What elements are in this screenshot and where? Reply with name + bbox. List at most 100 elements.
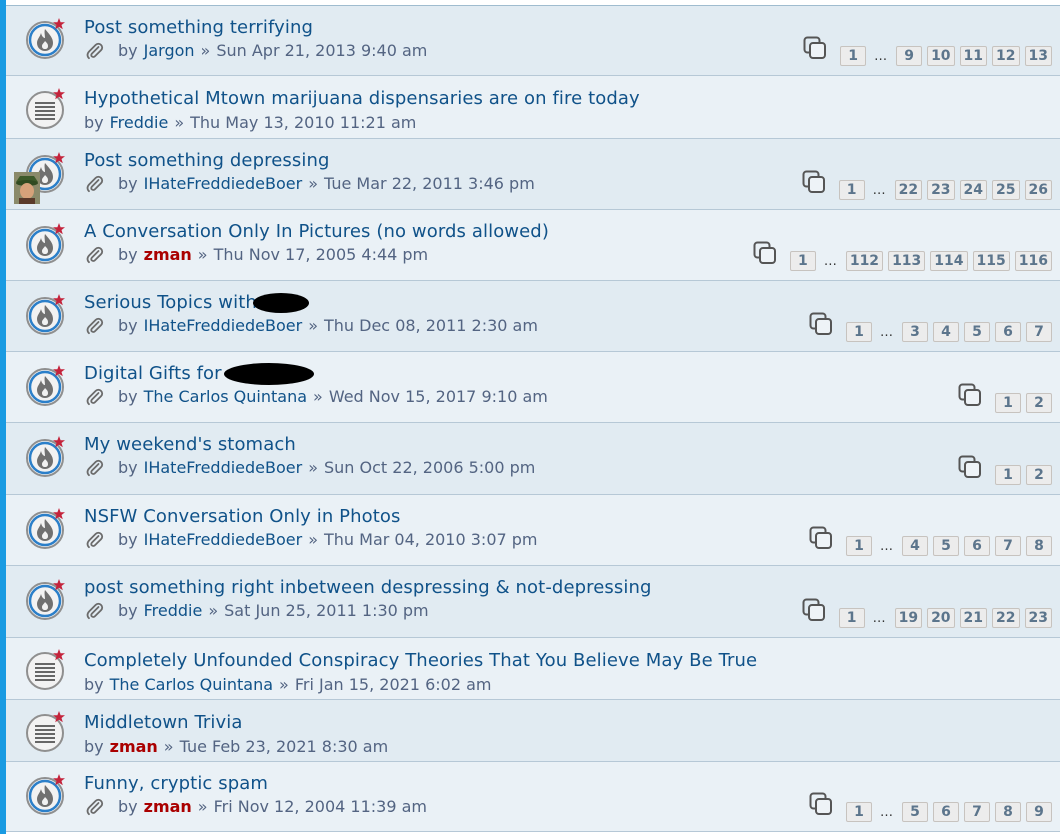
author-link[interactable]: IHateFreddiedeBoer: [144, 316, 303, 335]
page-button[interactable]: 4: [933, 322, 959, 342]
page-button[interactable]: 9: [896, 46, 923, 66]
author-link[interactable]: zman: [110, 737, 158, 756]
page-button[interactable]: 1: [846, 322, 872, 342]
hot-topic-icon[interactable]: [23, 434, 67, 478]
pages-icon[interactable]: [958, 455, 982, 479]
page-button[interactable]: 7: [1026, 322, 1052, 342]
author-link[interactable]: IHateFreddiedeBoer: [144, 530, 303, 549]
author-link[interactable]: The Carlos Quintana: [110, 675, 273, 694]
hot-topic-icon[interactable]: [23, 221, 67, 265]
topic-title[interactable]: NSFW Conversation Only in Photos: [84, 506, 401, 527]
pages-icon[interactable]: [753, 241, 777, 265]
pages-icon[interactable]: [802, 598, 826, 622]
topic-title[interactable]: Hypothetical Mtown marijuana dispensarie…: [84, 88, 640, 109]
pages-icon[interactable]: [958, 383, 982, 407]
topic-row[interactable]: Middletown Trivia by zman » Tue Feb 23, 2021…: [6, 700, 1060, 762]
topic-title-text[interactable]: post something right inbetween despressi…: [84, 577, 652, 598]
hot-topic-icon[interactable]: [23, 577, 67, 621]
page-button[interactable]: 23: [927, 180, 955, 200]
read-topic-icon[interactable]: [23, 86, 67, 130]
page-button[interactable]: 8: [995, 802, 1021, 822]
page-button[interactable]: 4: [902, 536, 928, 556]
page-button[interactable]: 19: [894, 608, 923, 628]
topic-row[interactable]: Hypothetical Mtown marijuana dispensarie…: [6, 76, 1060, 139]
topic-row[interactable]: Completely Unfounded Conspiracy Theories…: [6, 638, 1060, 700]
topic-title-text[interactable]: My weekend's stomach: [84, 434, 296, 455]
page-button[interactable]: 6: [933, 802, 959, 822]
topic-title-text[interactable]: A Conversation Only In Pictures (no word…: [84, 221, 549, 242]
pages-icon[interactable]: [802, 170, 826, 194]
topic-title[interactable]: Middletown Trivia: [84, 712, 243, 733]
hot-topic-icon[interactable]: [23, 363, 67, 407]
author-link[interactable]: Freddie: [110, 113, 169, 132]
page-button[interactable]: 2: [1026, 465, 1052, 485]
topic-title[interactable]: Serious Topics with: [84, 292, 309, 313]
page-button[interactable]: 1: [840, 46, 867, 66]
page-button[interactable]: 11: [959, 46, 988, 66]
topic-title-text[interactable]: Completely Unfounded Conspiracy Theories…: [84, 650, 757, 671]
page-button[interactable]: 114: [930, 251, 968, 271]
page-button[interactable]: 22: [992, 608, 1020, 628]
page-button[interactable]: 115: [972, 251, 1010, 271]
page-button[interactable]: 20: [927, 608, 955, 628]
pages-icon[interactable]: [809, 792, 833, 816]
author-link[interactable]: zman: [144, 245, 192, 264]
pages-icon[interactable]: [809, 526, 833, 550]
hot-topic-icon[interactable]: [23, 772, 67, 816]
page-button[interactable]: 1: [838, 180, 865, 200]
page-button[interactable]: 7: [995, 536, 1021, 556]
pages-icon[interactable]: [809, 312, 833, 336]
topic-title[interactable]: Digital Gifts for: [84, 363, 314, 385]
page-button[interactable]: 1: [846, 802, 872, 822]
topic-title[interactable]: Post something terrifying: [84, 17, 313, 38]
page-button[interactable]: 5: [964, 322, 990, 342]
page-button[interactable]: 26: [1024, 180, 1052, 200]
page-button[interactable]: 3: [902, 322, 928, 342]
hot-topic-icon[interactable]: [23, 16, 67, 60]
read-topic-icon[interactable]: [23, 647, 67, 691]
author-link[interactable]: Jargon: [144, 41, 195, 60]
page-button[interactable]: 5: [902, 802, 928, 822]
topic-title-text[interactable]: NSFW Conversation Only in Photos: [84, 506, 401, 527]
topic-title-text[interactable]: Digital Gifts for: [84, 363, 222, 384]
page-button[interactable]: 13: [1024, 46, 1052, 66]
page-button[interactable]: 113: [888, 251, 926, 271]
topic-row[interactable]: My weekend's stomach by IHateFreddiedeBoer…: [6, 423, 1060, 495]
topic-row[interactable]: post something right inbetween despressi…: [6, 566, 1060, 638]
hot-topic-icon[interactable]: [23, 292, 67, 336]
page-button[interactable]: 1: [846, 536, 872, 556]
topic-title[interactable]: Post something depressing: [84, 150, 330, 171]
author-link[interactable]: IHateFreddiedeBoer: [144, 458, 303, 477]
topic-title[interactable]: post something right inbetween despressi…: [84, 577, 652, 598]
pages-icon[interactable]: [803, 36, 827, 60]
topic-row[interactable]: NSFW Conversation Only in Photos by IHateF…: [6, 495, 1060, 566]
topic-title[interactable]: Completely Unfounded Conspiracy Theories…: [84, 650, 757, 671]
page-button[interactable]: 22: [894, 180, 923, 200]
page-button[interactable]: 9: [1026, 802, 1052, 822]
author-link[interactable]: IHateFreddiedeBoer: [144, 174, 303, 193]
topic-row[interactable]: Serious Topics with by IHateFreddiedeBoer »…: [6, 281, 1060, 352]
topic-title-text[interactable]: Hypothetical Mtown marijuana dispensarie…: [84, 88, 640, 109]
page-button[interactable]: 6: [995, 322, 1021, 342]
topic-row[interactable]: Digital Gifts for by The Carlos Quintana » W…: [6, 352, 1060, 423]
page-button[interactable]: 6: [964, 536, 990, 556]
page-button[interactable]: 23: [1024, 608, 1052, 628]
page-button[interactable]: 12: [992, 46, 1020, 66]
topic-row[interactable]: Post something depressing by IHateFreddied…: [6, 139, 1060, 210]
topic-row[interactable]: A Conversation Only In Pictures (no word…: [6, 210, 1060, 281]
page-button[interactable]: 2: [1026, 393, 1052, 413]
page-button[interactable]: 21: [959, 608, 988, 628]
page-button[interactable]: 1: [995, 393, 1021, 413]
author-link[interactable]: The Carlos Quintana: [144, 387, 307, 406]
page-button[interactable]: 8: [1026, 536, 1052, 556]
page-button[interactable]: 1: [995, 465, 1021, 485]
author-link[interactable]: Freddie: [144, 601, 203, 620]
topic-title-text[interactable]: Post something terrifying: [84, 17, 313, 38]
page-button[interactable]: 7: [964, 802, 990, 822]
topic-row[interactable]: Post something terrifying by Jargon » Sun Ap…: [6, 6, 1060, 76]
page-button[interactable]: 24: [959, 180, 988, 200]
page-button[interactable]: 10: [927, 46, 955, 66]
page-button[interactable]: 112: [845, 251, 884, 271]
topic-title-text[interactable]: Serious Topics with: [84, 292, 257, 313]
read-topic-icon[interactable]: [23, 709, 67, 753]
